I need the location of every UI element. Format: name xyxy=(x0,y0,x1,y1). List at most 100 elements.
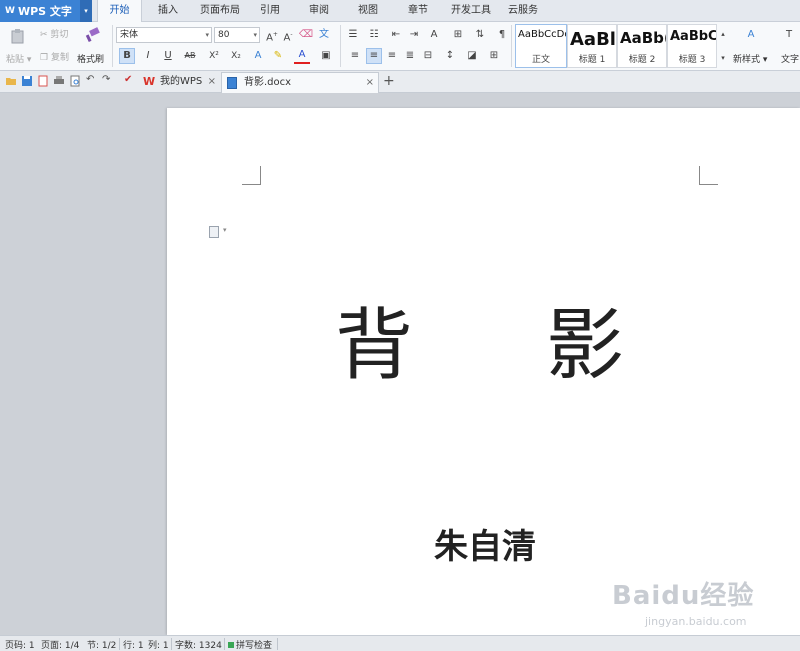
italic-button[interactable]: I xyxy=(140,48,156,64)
text-tools-icon[interactable]: T xyxy=(781,27,797,43)
ribbon: 粘贴 ▾ ✂ 剪切 ❐ 复制 格式刷 宋体 ▾ 80 ▾ A+ A- ⌫ 文 B I… xyxy=(0,22,800,71)
align-left-icon[interactable]: ≡ xyxy=(347,48,363,64)
redo-icon[interactable]: ↷ xyxy=(102,74,114,86)
superscript-button[interactable]: X² xyxy=(206,48,222,64)
copy-button[interactable]: ❐ 复制 xyxy=(40,50,69,63)
app-menu-dropdown-icon[interactable]: ▾ xyxy=(80,0,92,22)
margin-corner-top-left xyxy=(242,166,261,185)
tab-home[interactable]: 开始 xyxy=(97,0,142,23)
status-row[interactable]: 行: 1 xyxy=(123,638,144,651)
cut-button[interactable]: ✂ 剪切 xyxy=(40,27,68,40)
quick-access-bar: ↶ ↷ ✔ W 我的WPS × 背影.docx × xyxy=(0,71,800,93)
scissors-icon: ✂ xyxy=(40,30,48,40)
new-style-label: 新样式 xyxy=(733,55,761,65)
margin-corner-top-right xyxy=(699,166,718,185)
line-spacing-icon[interactable]: ↕ xyxy=(442,48,458,64)
status-page[interactable]: 页面: 1/4 xyxy=(41,638,79,651)
print-preview-icon[interactable] xyxy=(69,75,81,87)
open-folder-icon[interactable] xyxy=(5,75,17,87)
pin-icon[interactable]: ✔ xyxy=(124,74,136,86)
tab-cloud-service[interactable]: 云服务 xyxy=(503,0,543,22)
cut-label: 剪切 xyxy=(50,30,69,40)
grow-font-icon[interactable]: A+ xyxy=(264,27,280,43)
status-page-code[interactable]: 页码: 1 xyxy=(5,638,35,651)
close-icon[interactable]: × xyxy=(366,73,374,93)
undo-icon[interactable]: ↶ xyxy=(86,74,98,86)
font-name-select[interactable]: 宋体 ▾ xyxy=(116,27,212,43)
app-menu-button[interactable]: W WPS 文字 ▾ xyxy=(0,0,92,22)
font-color-icon[interactable]: A xyxy=(294,48,310,64)
close-icon[interactable]: × xyxy=(208,72,216,92)
text-effect-icon[interactable]: A xyxy=(250,48,266,64)
status-word-count[interactable]: 字数: 1324 xyxy=(175,638,222,651)
copy-icon: ❐ xyxy=(40,53,49,63)
tab-review[interactable]: 审阅 xyxy=(303,0,335,22)
increase-indent-icon[interactable]: ⇥ xyxy=(406,27,422,43)
text-tools-button[interactable]: 文字 xyxy=(781,52,799,65)
wps-logo-icon: W xyxy=(5,6,15,16)
tab-references[interactable]: 引用 xyxy=(254,0,286,22)
watermark-logo: Baidu经验 xyxy=(612,581,755,611)
new-style-button[interactable]: 新样式 ▾ xyxy=(733,52,767,65)
char-border-icon[interactable]: ▣ xyxy=(318,48,334,64)
style-scroll-down-icon[interactable]: ▾ xyxy=(718,50,728,66)
distribute-icon[interactable]: ⊟ xyxy=(420,48,436,64)
status-spell-check[interactable]: 拼写检查 xyxy=(228,638,272,651)
document-page[interactable]: ▾ 背 影 朱自清 xyxy=(167,108,800,635)
tab-my-wps[interactable]: W 我的WPS × xyxy=(138,72,220,93)
style-normal[interactable]: AaBbCcDd 正文 xyxy=(515,24,567,68)
print-icon[interactable] xyxy=(53,75,65,87)
format-painter-label[interactable]: 格式刷 xyxy=(77,52,104,65)
underline-button[interactable]: U xyxy=(160,48,176,64)
show-marks-icon[interactable]: ¶ xyxy=(494,27,510,43)
new-style-icon[interactable]: A xyxy=(743,27,759,43)
bold-button[interactable]: B xyxy=(119,48,135,64)
tab-page-layout[interactable]: 页面布局 xyxy=(196,0,244,22)
style-heading-1[interactable]: AaBl 标题 1 xyxy=(567,24,617,68)
paste-icon[interactable] xyxy=(10,28,26,44)
sort-icon[interactable]: ⇅ xyxy=(472,27,488,43)
phonetic-guide-icon[interactable]: 文 xyxy=(316,27,332,43)
tab-developer[interactable]: 开发工具 xyxy=(447,0,495,22)
strikethrough-button[interactable]: AB xyxy=(182,48,198,64)
chinese-layout-icon[interactable]: ⊞ xyxy=(450,27,466,43)
highlight-icon[interactable]: ✎ xyxy=(270,48,286,64)
clear-format-icon[interactable]: ⌫ xyxy=(298,27,314,43)
font-size-select[interactable]: 80 ▾ xyxy=(214,27,260,43)
change-case-icon[interactable]: A xyxy=(426,27,442,43)
status-bar: 页码: 1 页面: 1/4 节: 1/2 行: 1 列: 1 字数: 1324 … xyxy=(0,635,800,651)
document-title-char-1: 背 xyxy=(335,301,414,391)
tab-document[interactable]: 背影.docx × xyxy=(221,72,379,93)
status-col[interactable]: 列: 1 xyxy=(148,638,169,651)
borders-icon[interactable]: ⊞ xyxy=(486,48,502,64)
new-tab-icon[interactable]: + xyxy=(383,73,395,89)
style-heading-3[interactable]: AaBbC 标题 3 xyxy=(667,24,717,68)
export-pdf-icon[interactable] xyxy=(37,75,49,87)
justify-icon[interactable]: ≣ xyxy=(402,48,418,64)
align-right-icon[interactable]: ≡ xyxy=(384,48,400,64)
tab-chapter[interactable]: 章节 xyxy=(402,0,434,22)
status-section[interactable]: 节: 1/2 xyxy=(87,638,116,651)
style-sample: AaBbC xyxy=(670,29,717,44)
save-icon[interactable] xyxy=(21,75,33,87)
tab-insert[interactable]: 插入 xyxy=(150,0,186,22)
tab-view[interactable]: 视图 xyxy=(352,0,384,22)
tab-label: 背影.docx xyxy=(244,77,292,88)
format-painter-icon[interactable] xyxy=(84,27,100,43)
paste-label: 粘贴 xyxy=(6,55,25,65)
shading-icon[interactable]: ◪ xyxy=(464,48,480,64)
copy-label: 复制 xyxy=(50,53,69,63)
style-label: 标题 3 xyxy=(678,55,706,65)
paragraph-layout-icon[interactable] xyxy=(209,226,219,238)
numbered-list-icon[interactable]: ☷ xyxy=(366,27,382,43)
align-center-icon[interactable]: ≡ xyxy=(366,48,382,64)
subscript-button[interactable]: X₂ xyxy=(228,48,244,64)
shrink-font-icon[interactable]: A- xyxy=(280,27,296,43)
paste-button[interactable]: 粘贴 ▾ xyxy=(6,52,31,65)
style-heading-2[interactable]: AaBb( 标题 2 xyxy=(617,24,667,68)
style-scroll-up-icon[interactable]: ▴ xyxy=(718,26,728,42)
decrease-indent-icon[interactable]: ⇤ xyxy=(388,27,404,43)
chevron-down-icon[interactable]: ▾ xyxy=(223,226,227,234)
wps-logo-icon: W xyxy=(143,75,156,88)
bullet-list-icon[interactable]: ☰ xyxy=(345,27,361,43)
